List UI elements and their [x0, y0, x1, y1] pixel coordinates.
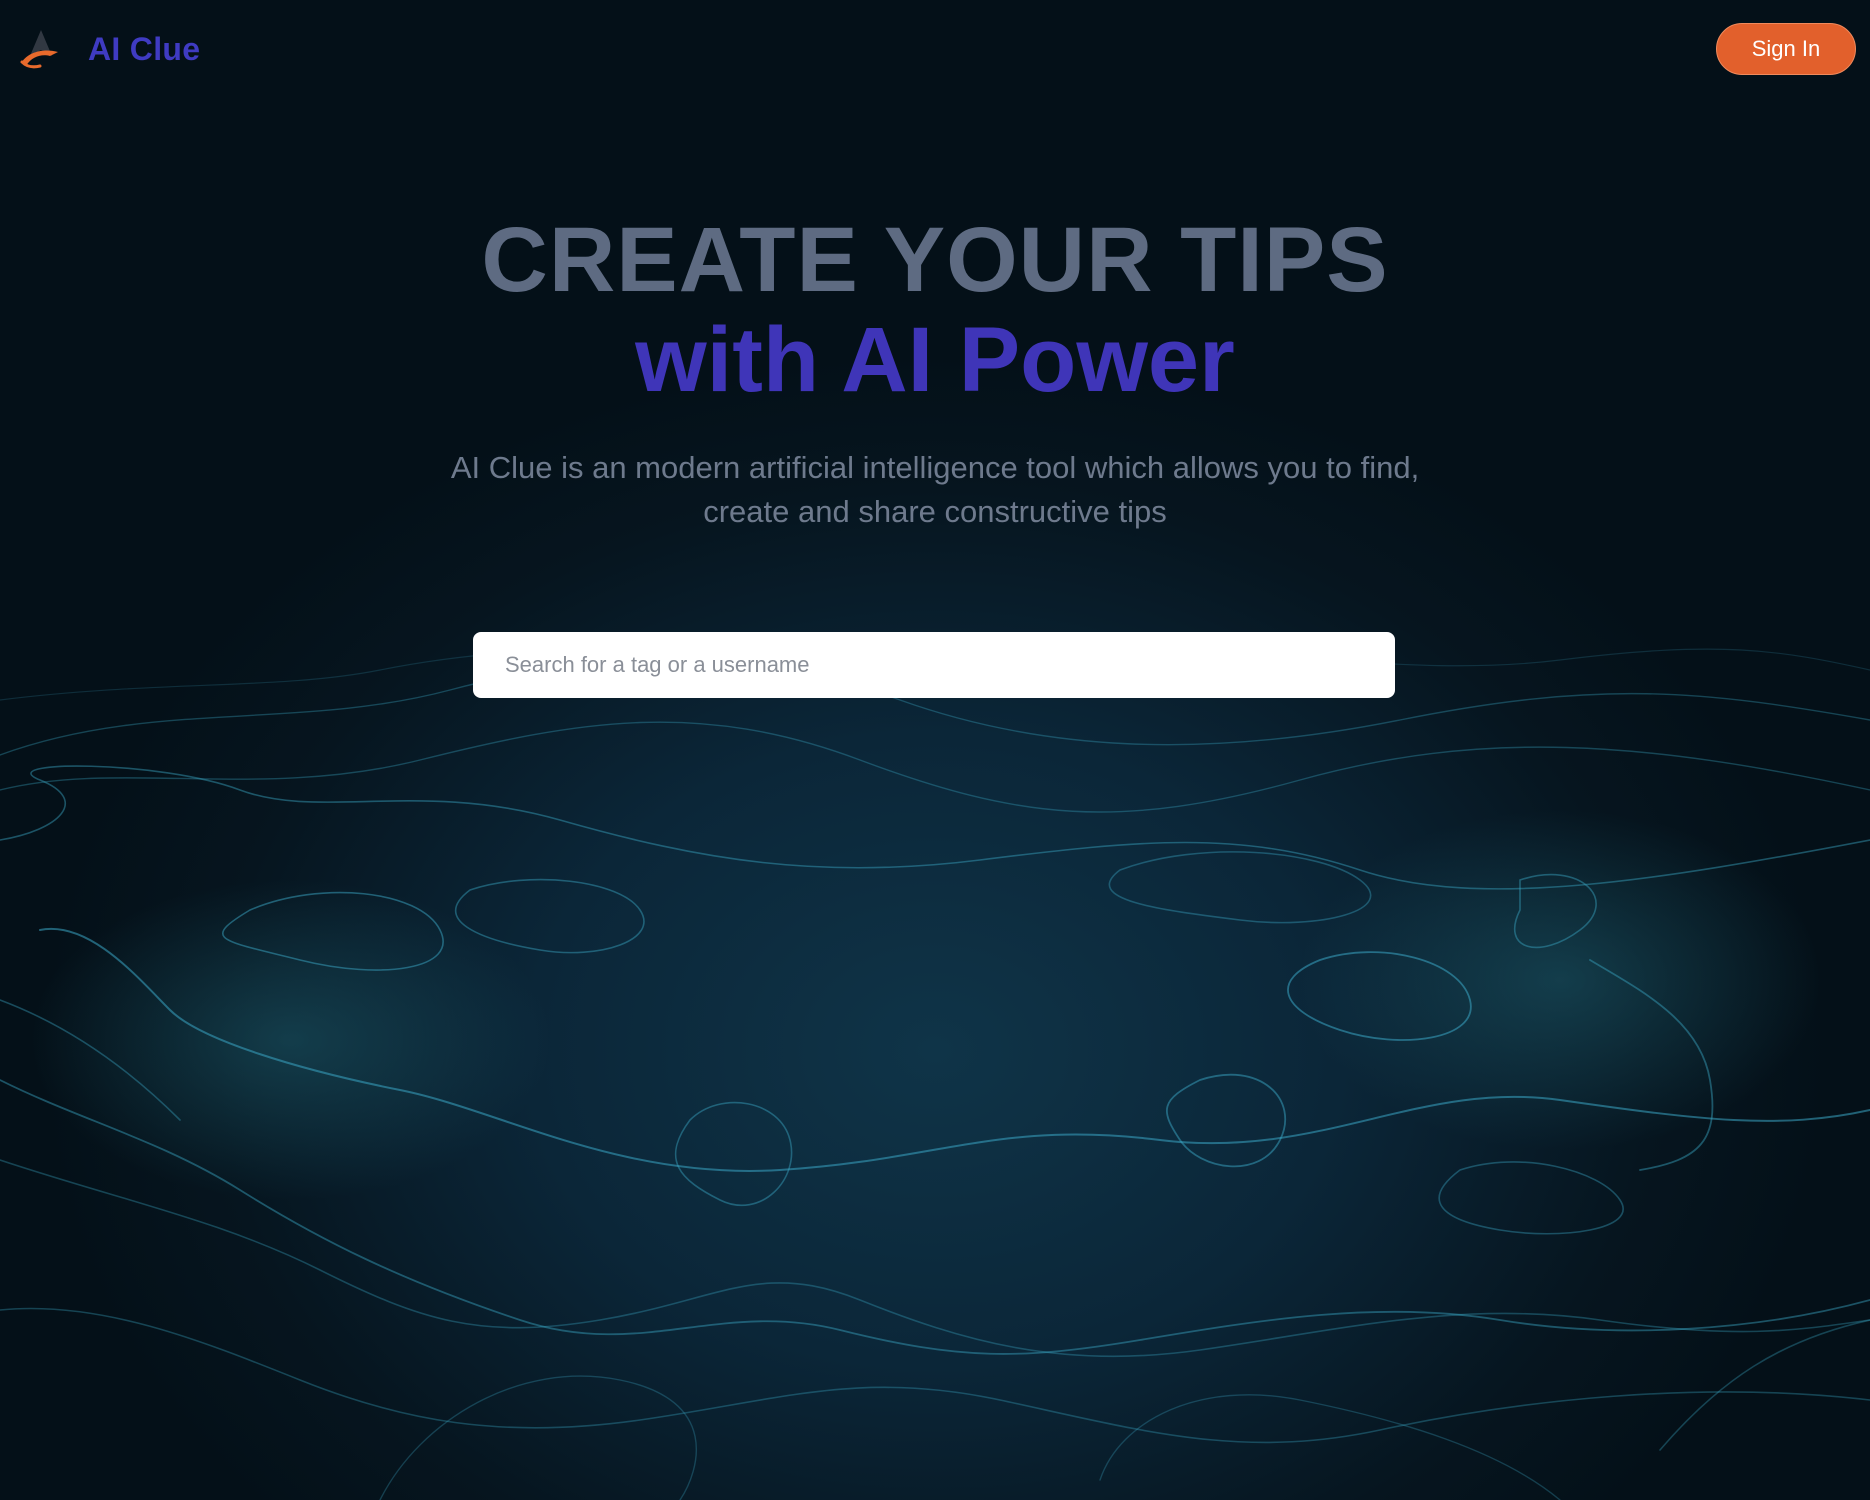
hero-section: CREATE YOUR TIPS with AI Power AI Clue i…: [0, 210, 1870, 534]
search-input[interactable]: [473, 632, 1395, 698]
top-navbar: AI Clue Sign In: [0, 0, 1870, 100]
rocket-arrow-icon: [20, 30, 58, 69]
hero-subtitle: AI Clue is an modern artificial intellig…: [450, 450, 1420, 529]
hero-title-highlight: with AI Power: [635, 309, 1235, 411]
brand-name: AI Clue: [88, 30, 201, 67]
landing-page: AI Clue Sign In CREATE YOUR TIPS with AI…: [0, 0, 1870, 1500]
brand-home-link[interactable]: AI Clue: [18, 26, 200, 72]
sign-in-button[interactable]: Sign In: [1716, 23, 1856, 75]
hero-title: CREATE YOUR TIPS: [481, 209, 1389, 311]
